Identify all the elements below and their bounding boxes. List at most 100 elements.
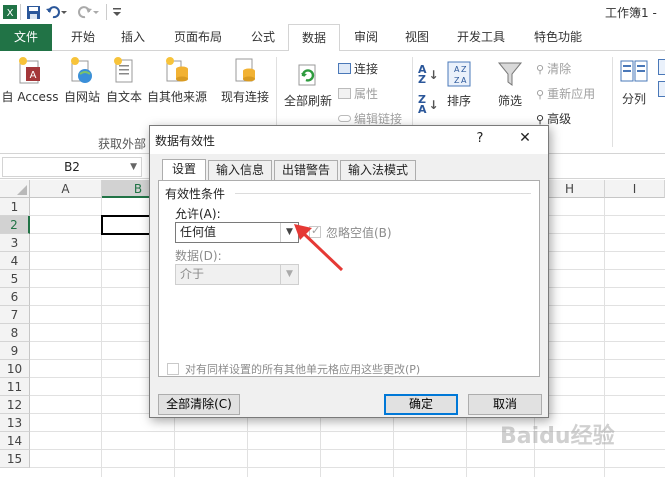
tab-input-message[interactable]: 输入信息 bbox=[208, 160, 272, 180]
sort-icon: A ZZ A bbox=[447, 61, 471, 87]
row-header[interactable]: 11 bbox=[0, 378, 30, 396]
properties-icon bbox=[338, 88, 351, 99]
select-all-corner[interactable] bbox=[0, 180, 30, 198]
section-divider bbox=[235, 193, 531, 194]
apply-all-label: 对有同样设置的所有其他单元格应用这些更改(P) bbox=[185, 363, 421, 376]
ribbon-partial-icon bbox=[658, 59, 665, 75]
name-box-value: B2 bbox=[64, 160, 80, 174]
svg-text:A: A bbox=[454, 65, 460, 74]
window-title: 工作簿1 - bbox=[605, 6, 657, 20]
tab-review[interactable]: 审阅 bbox=[342, 24, 390, 51]
clear-filter-label: 清除 bbox=[547, 62, 572, 76]
tab-insert[interactable]: 插入 bbox=[110, 24, 156, 51]
clear-all-button[interactable]: 全部清除(C) bbox=[158, 394, 240, 415]
row-header[interactable]: 13 bbox=[0, 414, 30, 432]
from-other-sources-button[interactable]: 自其他来源 bbox=[144, 55, 210, 105]
tab-special-features[interactable]: 特色功能 bbox=[522, 24, 594, 51]
redo-icon[interactable] bbox=[77, 3, 99, 21]
close-icon: ✕ bbox=[519, 130, 531, 146]
access-icon: A bbox=[19, 57, 40, 84]
row-header[interactable]: 3 bbox=[0, 234, 30, 252]
grid-line bbox=[101, 198, 102, 477]
reapply-button[interactable]: ⚲ 重新应用 bbox=[536, 85, 595, 102]
dialog-title: 数据有效性 bbox=[155, 134, 216, 148]
validation-criteria-label: 有效性条件 bbox=[165, 187, 226, 201]
text-to-columns-button[interactable]: 分列 bbox=[614, 57, 654, 107]
tab-developer[interactable]: 开发工具 bbox=[446, 24, 516, 51]
existing-connections-label: 现有连接 bbox=[220, 90, 269, 104]
title-bar: X 工作簿1 - bbox=[0, 0, 665, 24]
row-header[interactable]: 10 bbox=[0, 360, 30, 378]
row-header[interactable]: 1 bbox=[0, 198, 30, 216]
allow-select[interactable]: 任何值 ▼ bbox=[175, 222, 299, 243]
tab-settings[interactable]: 设置 bbox=[162, 159, 206, 181]
tab-file[interactable]: 文件 bbox=[0, 24, 52, 51]
sort-button[interactable]: AZZA 排序 bbox=[442, 59, 476, 109]
chevron-down-icon: ▼ bbox=[130, 162, 137, 172]
row-header[interactable]: 6 bbox=[0, 288, 30, 306]
ok-button[interactable]: 确定 bbox=[384, 394, 458, 415]
tab-error-alert[interactable]: 出错警告 bbox=[274, 160, 338, 180]
sort-descending-icon: Z A ↓ bbox=[418, 93, 439, 116]
from-web-button[interactable]: 自网站 bbox=[60, 55, 104, 105]
tab-formulas[interactable]: 公式 bbox=[240, 24, 286, 51]
row-header[interactable]: 9 bbox=[0, 342, 30, 360]
refresh-icon bbox=[298, 64, 316, 86]
row-header[interactable]: 2 bbox=[0, 216, 30, 234]
refresh-all-button[interactable]: 全部刷新 bbox=[280, 61, 336, 109]
name-box[interactable]: B2 ▼ bbox=[2, 157, 142, 177]
row-header[interactable]: 12 bbox=[0, 396, 30, 414]
row-header[interactable]: 15 bbox=[0, 450, 30, 468]
connections-label: 连接 bbox=[354, 62, 379, 76]
column-header[interactable]: I bbox=[605, 180, 665, 198]
row-header[interactable]: 8 bbox=[0, 324, 30, 342]
sort-descending-button[interactable]: Z A ↓ bbox=[418, 93, 439, 116]
column-header[interactable]: A bbox=[30, 180, 102, 198]
from-web-label: 自网站 bbox=[63, 90, 100, 104]
cancel-button[interactable]: 取消 bbox=[468, 394, 542, 415]
row-header[interactable]: 14 bbox=[0, 432, 30, 450]
from-text-label: 自文本 bbox=[105, 90, 142, 104]
save-icon[interactable] bbox=[24, 3, 42, 21]
svg-text:Z: Z bbox=[461, 65, 467, 74]
help-button[interactable]: ? bbox=[468, 131, 492, 149]
row-header[interactable]: 7 bbox=[0, 306, 30, 324]
svg-text:A: A bbox=[461, 76, 467, 85]
connections-button[interactable]: 连接 bbox=[338, 60, 378, 77]
data-select[interactable]: 介于 ▼ bbox=[175, 264, 299, 285]
divider bbox=[612, 57, 613, 147]
filter-button[interactable]: 筛选 bbox=[490, 59, 530, 109]
close-button[interactable]: ✕ bbox=[512, 130, 538, 150]
allow-label: 允许(A): bbox=[175, 207, 221, 221]
ribbon-partial-icon bbox=[658, 81, 665, 97]
text-to-columns-label: 分列 bbox=[621, 92, 646, 106]
properties-button[interactable]: 属性 bbox=[338, 85, 378, 102]
row-header[interactable]: 4 bbox=[0, 252, 30, 270]
divider bbox=[106, 4, 107, 20]
from-other-sources-label: 自其他来源 bbox=[146, 90, 207, 104]
tab-home[interactable]: 开始 bbox=[60, 24, 106, 51]
apply-all-checkbox[interactable] bbox=[167, 363, 179, 375]
properties-label: 属性 bbox=[354, 87, 379, 101]
tab-data[interactable]: 数据 bbox=[288, 24, 340, 52]
undo-icon[interactable] bbox=[45, 3, 67, 21]
ribbon-tabs: 文件 开始 插入 页面布局 公式 数据 审阅 视图 开发工具 特色功能 bbox=[0, 24, 665, 52]
text-to-columns-icon bbox=[620, 60, 648, 82]
customize-icon[interactable] bbox=[110, 3, 124, 21]
sort-ascending-button[interactable]: A Z ↓ bbox=[418, 64, 439, 85]
link-icon bbox=[338, 115, 351, 122]
clear-filter-button[interactable]: ⚲ 清除 bbox=[536, 60, 571, 77]
grid-line bbox=[30, 467, 665, 468]
web-icon bbox=[71, 57, 92, 83]
tab-page-layout[interactable]: 页面布局 bbox=[162, 24, 234, 51]
existing-connections-button[interactable]: 现有连接 bbox=[218, 55, 272, 105]
from-text-button[interactable]: 自文本 bbox=[104, 55, 144, 105]
dialog-title-bar[interactable]: 数据有效性 ? ✕ bbox=[150, 126, 548, 154]
reapply-label: 重新应用 bbox=[547, 87, 596, 101]
svg-text:X: X bbox=[7, 8, 14, 19]
from-access-button[interactable]: A 自 Access bbox=[0, 55, 60, 105]
tab-view[interactable]: 视图 bbox=[394, 24, 440, 51]
tab-ime-mode[interactable]: 输入法模式 bbox=[340, 160, 416, 180]
row-header[interactable]: 5 bbox=[0, 270, 30, 288]
excel-logo-icon: X bbox=[2, 3, 18, 21]
